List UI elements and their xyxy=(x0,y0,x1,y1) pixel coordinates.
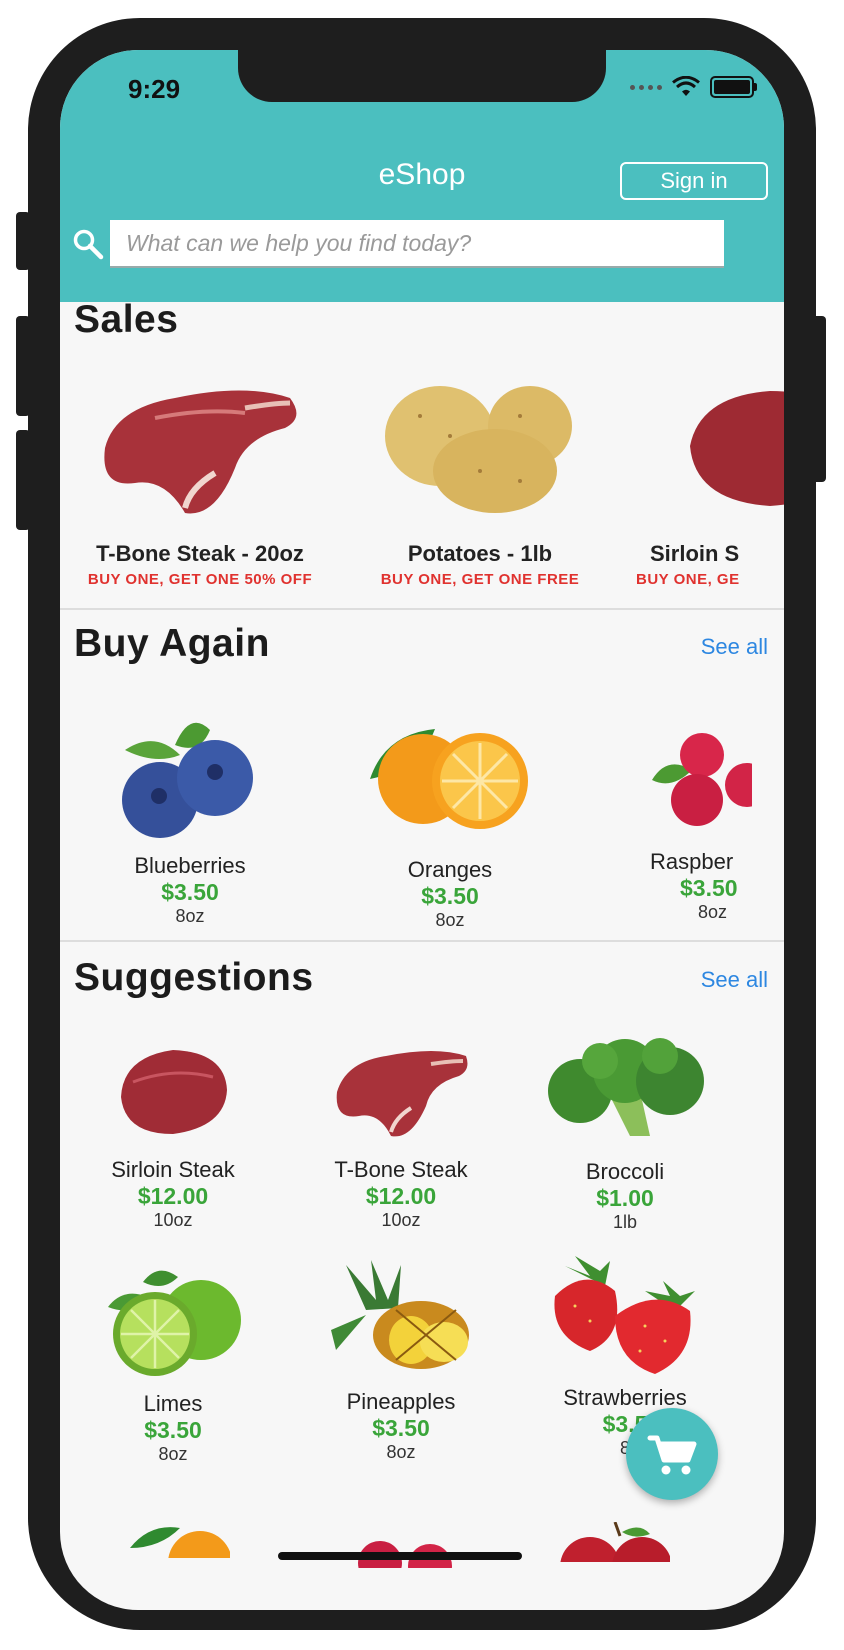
buy-again-item[interactable]: Blueberries $3.50 8oz xyxy=(100,710,280,927)
item-promo: BUY ONE, GET ONE 50% OFF xyxy=(87,571,313,588)
status-icons xyxy=(630,76,757,98)
item-unit: 8oz xyxy=(158,1444,188,1464)
sign-in-button[interactable]: Sign in xyxy=(620,162,768,200)
sirloin-steak-image xyxy=(121,1050,227,1134)
item-name: Raspber xyxy=(650,849,734,874)
home-indicator xyxy=(278,1552,522,1560)
raspberries-image xyxy=(652,733,769,826)
suggestion-item[interactable]: Broccoli $1.00 1lb xyxy=(540,1036,710,1233)
suggestion-item[interactable]: Pineapples $3.50 8oz xyxy=(316,1260,486,1463)
item-unit: 10oz xyxy=(153,1210,193,1230)
buy-again-item[interactable]: Raspber $3.50 8oz xyxy=(640,730,784,923)
power-button xyxy=(812,316,826,482)
item-price: $3.50 xyxy=(161,879,219,905)
item-price: $3.50 xyxy=(680,875,738,901)
sale-item[interactable]: Sirloin S BUY ONE, GE xyxy=(620,376,784,588)
cart-button[interactable] xyxy=(626,1408,718,1500)
item-name: T-Bone Steak - 20oz xyxy=(96,541,304,566)
suggestions-title: Suggestions xyxy=(74,956,314,999)
item-unit: 8oz xyxy=(175,906,205,926)
app-header: 9:29 eShop Sign in xyxy=(60,50,784,302)
wifi-icon xyxy=(672,76,700,96)
volume-down-button xyxy=(16,430,30,530)
signal-icon xyxy=(630,84,662,90)
item-name: Blueberries xyxy=(134,853,246,878)
suggestion-item[interactable]: Sirloin Steak $12.00 10oz xyxy=(88,1042,258,1231)
item-unit: 8oz xyxy=(386,1442,416,1462)
t-bone-steak-image xyxy=(336,1051,468,1137)
buy-again-see-all-link[interactable]: See all xyxy=(701,634,768,660)
item-price: $3.50 xyxy=(421,883,479,909)
status-time: 9:29 xyxy=(128,74,181,104)
t-bone-steak-image xyxy=(104,390,297,514)
item-unit: 8oz xyxy=(435,910,465,930)
volume-up-button xyxy=(16,316,30,416)
sale-item[interactable]: T-Bone Steak - 20oz BUY ONE, GET ONE 50%… xyxy=(80,378,320,588)
limes-image xyxy=(108,1270,241,1376)
buy-again-item[interactable]: Oranges $3.50 8oz xyxy=(360,724,540,931)
sale-item[interactable]: Potatoes - 1lb BUY ONE, GET ONE FREE xyxy=(360,376,600,588)
suggestion-item[interactable]: T-Bone Steak $12.00 10oz xyxy=(316,1044,486,1231)
search-icon[interactable] xyxy=(72,228,104,260)
apples-image-partial xyxy=(560,1522,670,1562)
suggestions-see-all-link[interactable]: See all xyxy=(701,967,768,993)
item-name: Oranges xyxy=(407,857,493,882)
item-price: $12.00 xyxy=(365,1183,437,1209)
item-promo: BUY ONE, GE xyxy=(636,571,740,588)
raspberries-image-partial xyxy=(358,1541,452,1568)
sales-title: Sales xyxy=(74,298,179,341)
item-name: Limes xyxy=(143,1391,203,1416)
item-promo: BUY ONE, GET ONE FREE xyxy=(380,571,580,588)
app-screen: 9:29 eShop Sign in Sales T-Bo xyxy=(60,50,784,1610)
cart-icon xyxy=(647,1435,697,1475)
notch xyxy=(238,50,606,102)
pineapples-image xyxy=(331,1260,469,1369)
item-unit: 1lb xyxy=(612,1212,638,1232)
item-name: Broccoli xyxy=(585,1159,665,1184)
strawberries-image xyxy=(554,1256,695,1374)
mute-switch xyxy=(16,212,30,270)
section-divider xyxy=(60,940,784,942)
potatoes-image xyxy=(385,386,572,513)
item-name: Pineapples xyxy=(346,1389,456,1414)
item-price: $3.50 xyxy=(372,1415,430,1441)
item-name: Potatoes - 1lb xyxy=(407,541,553,566)
oranges-image-partial xyxy=(130,1527,230,1558)
item-name: Sirloin Steak xyxy=(111,1157,235,1182)
broccoli-image xyxy=(548,1038,704,1136)
section-divider xyxy=(60,608,784,610)
buy-again-title: Buy Again xyxy=(74,622,270,665)
suggestion-item[interactable]: Limes $3.50 8oz xyxy=(88,1262,258,1465)
battery-icon xyxy=(710,76,757,98)
sirloin-steak-image xyxy=(690,391,784,506)
search-field[interactable] xyxy=(110,220,724,268)
item-price: $12.00 xyxy=(137,1183,209,1209)
item-name: T-Bone Steak xyxy=(334,1157,468,1182)
item-unit: 10oz xyxy=(381,1210,421,1230)
blueberries-image xyxy=(122,722,253,838)
item-price: $1.00 xyxy=(596,1185,654,1211)
oranges-image xyxy=(370,729,528,829)
search-input[interactable] xyxy=(110,220,724,266)
item-price: $3.50 xyxy=(144,1417,202,1443)
item-unit: 8oz xyxy=(698,902,728,922)
item-name: Sirloin S xyxy=(650,541,740,566)
